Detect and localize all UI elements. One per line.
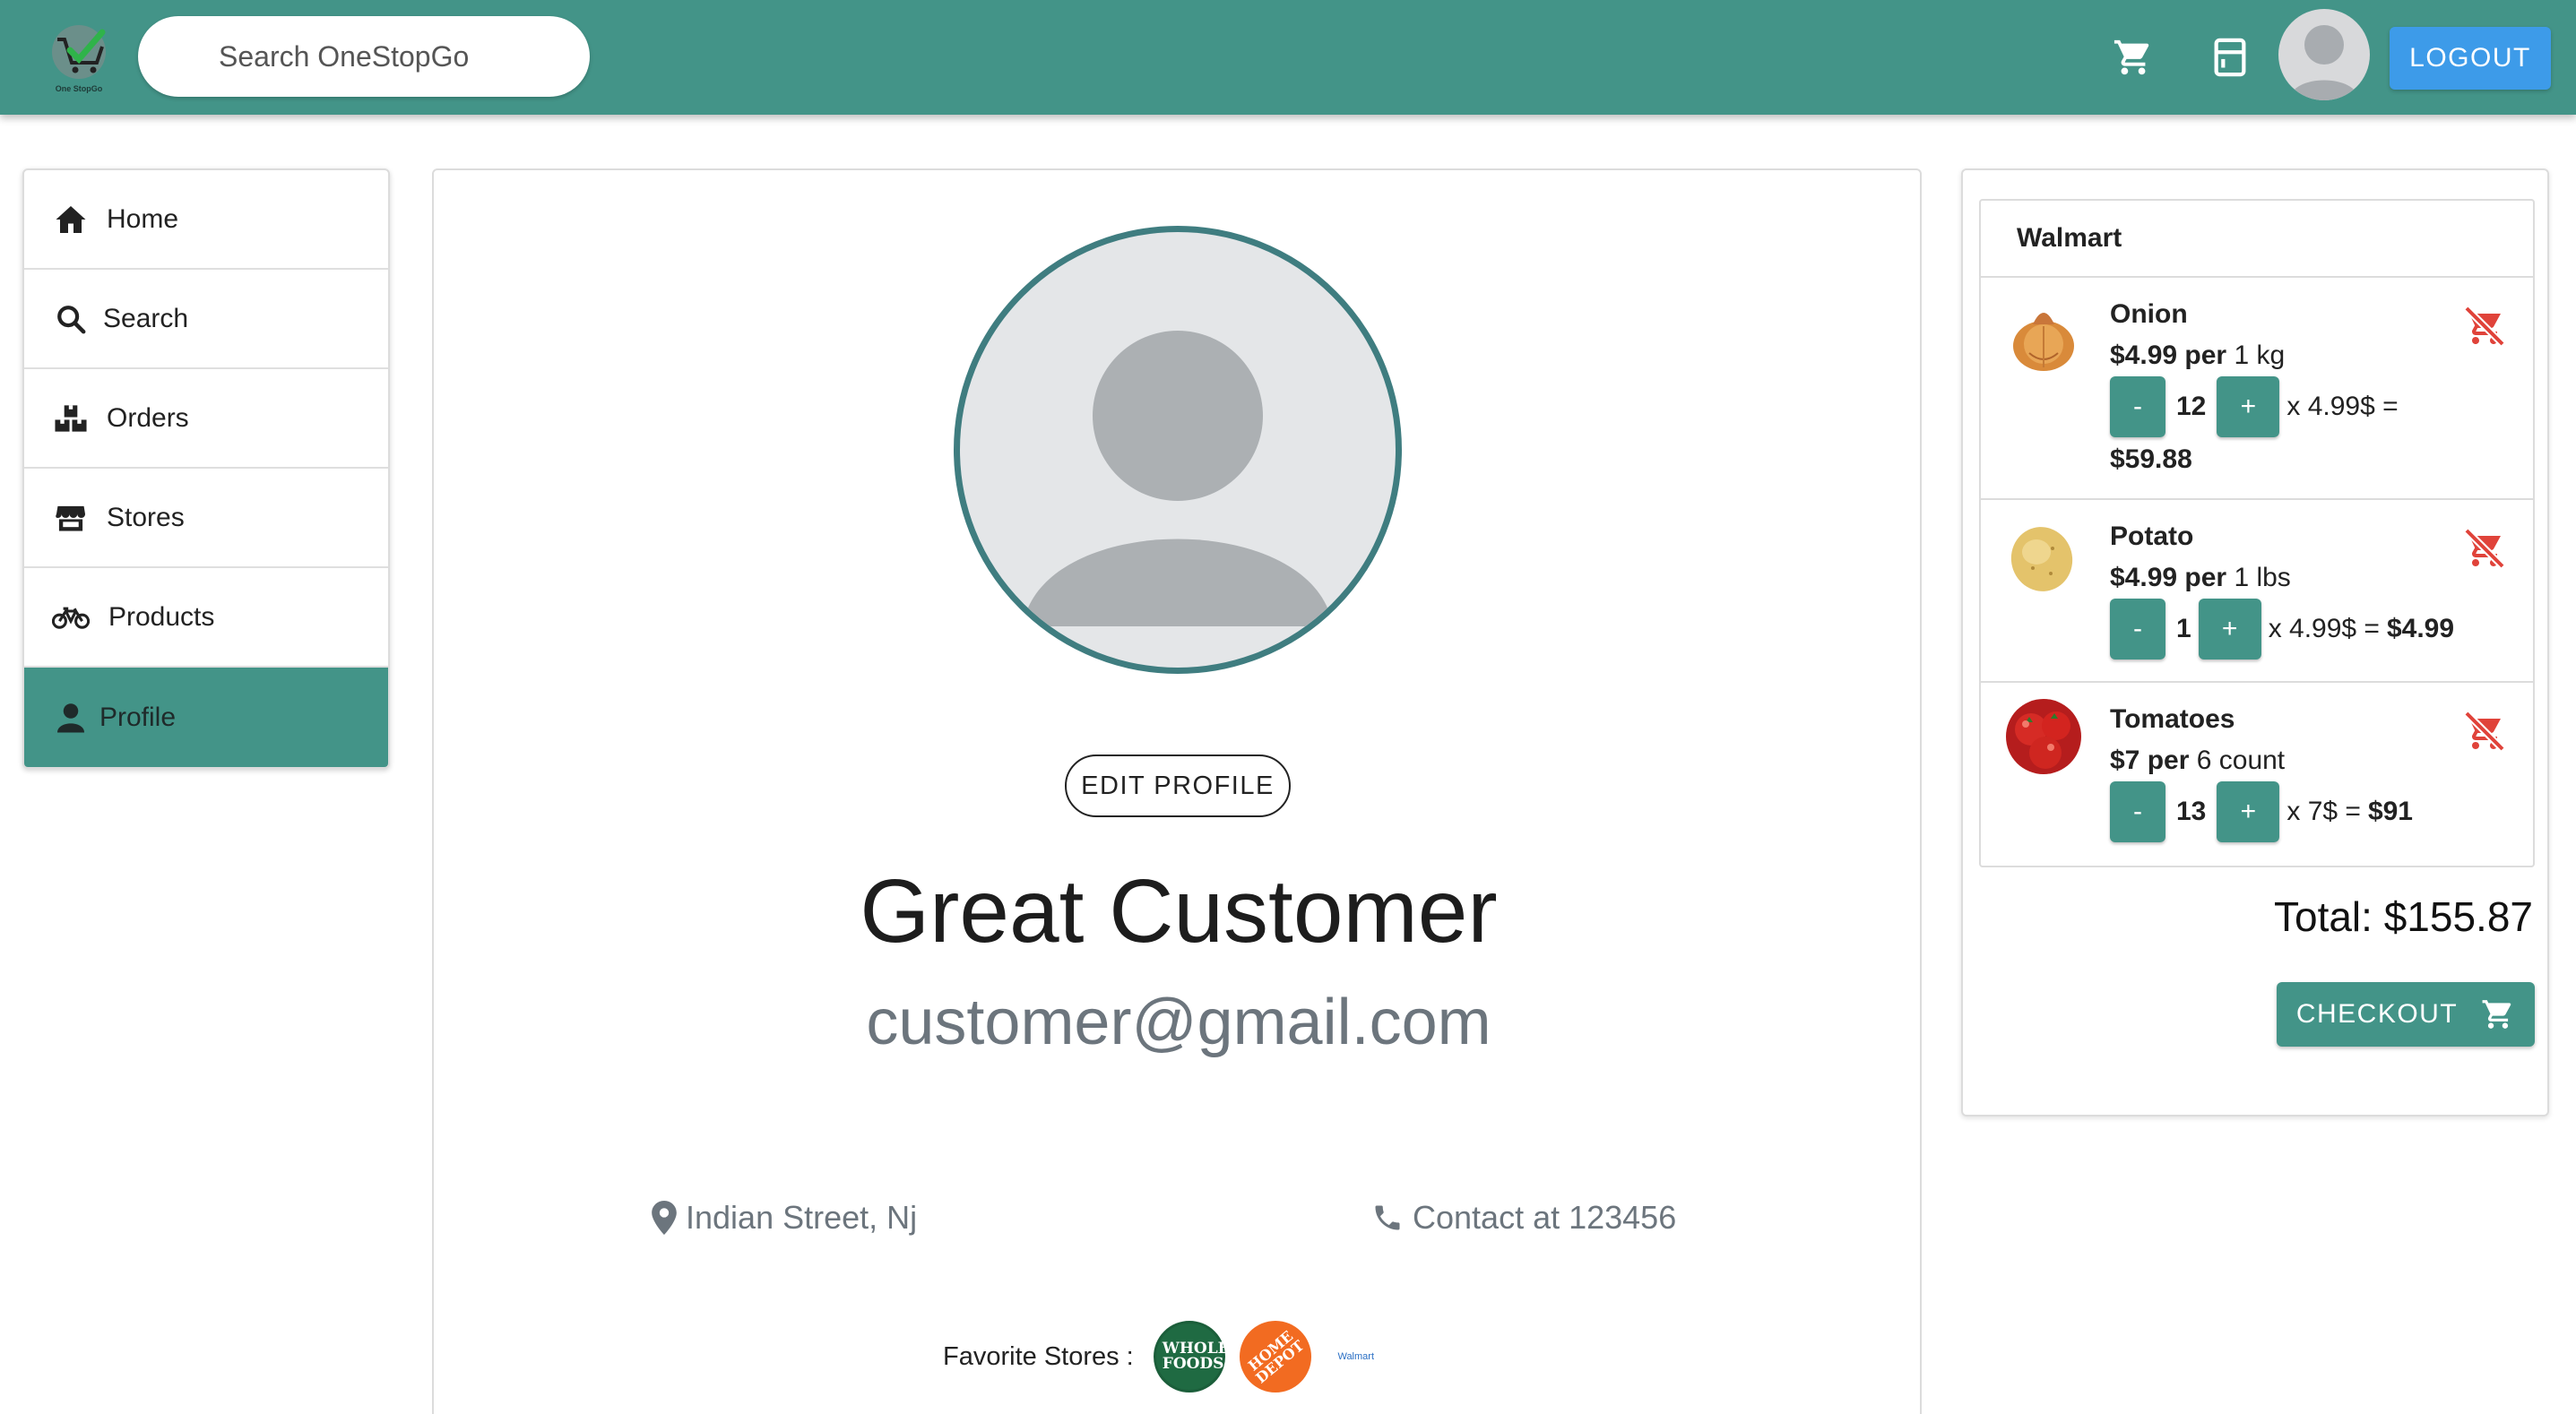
increase-quantity-button[interactable]: + xyxy=(2198,599,2261,660)
cart-icon[interactable] xyxy=(2106,30,2160,84)
decrease-quantity-button[interactable]: - xyxy=(2110,781,2165,842)
location-pin-icon xyxy=(652,1201,677,1235)
sidebar-item-label: Search xyxy=(103,303,189,333)
search-icon xyxy=(51,299,91,339)
item-name: Onion xyxy=(2110,299,2188,329)
remove-from-cart-icon[interactable] xyxy=(2461,708,2508,754)
line-total: $59.88 xyxy=(2110,444,2192,474)
cart-store-name: Walmart xyxy=(1981,201,2533,278)
user-icon xyxy=(51,698,91,737)
sidebar-item-products[interactable]: Products xyxy=(24,568,388,668)
onion-image xyxy=(2006,299,2081,375)
cart-panel: Walmart Onion $4.99 per 1 kg - 12 + x 4.… xyxy=(1961,168,2549,1117)
tomatoes-image xyxy=(2006,699,2081,774)
sidebar-item-label: Orders xyxy=(107,402,189,433)
sidebar-item-profile[interactable]: Profile xyxy=(24,668,388,767)
profile-name: Great Customer xyxy=(860,861,1498,961)
search-bar[interactable] xyxy=(138,16,590,97)
profile-contact: Contact at 123456 xyxy=(1371,1199,1676,1237)
line-total: $4.99 xyxy=(2386,614,2455,643)
decrease-quantity-button[interactable]: - xyxy=(2110,376,2165,437)
price-multiplier: x 4.99$ = xyxy=(2268,614,2380,643)
profile-picture xyxy=(954,226,1402,674)
cart-item-potato: Potato $4.99 per 1 lbs - 1 + x 4.99$ = $… xyxy=(1981,500,2533,683)
cart-icon xyxy=(2482,1000,2511,1029)
checkout-button[interactable]: CHECKOUT xyxy=(2277,982,2535,1047)
potato-image xyxy=(2006,522,2081,597)
contact-text: Contact at 123456 xyxy=(1413,1199,1677,1236)
profile-address: Indian Street, Nj xyxy=(652,1199,917,1237)
quantity-value: 12 xyxy=(2176,392,2207,421)
walmart-logo[interactable]: Walmart xyxy=(1329,1321,1383,1392)
quantity-value: 13 xyxy=(2176,797,2207,826)
profile-email: customer@gmail.com xyxy=(866,987,1491,1058)
profile-card: EDIT PROFILE Great Customer customer@gma… xyxy=(432,168,1922,1414)
item-name: Potato xyxy=(2110,522,2194,551)
favorite-stores-label: Favorite Stores : xyxy=(943,1341,1134,1371)
quantity-stepper: - 1 + x 4.99$ = $4.99 xyxy=(2110,599,2454,660)
increase-quantity-button[interactable]: + xyxy=(2217,781,2280,842)
cart-store-group: Walmart Onion $4.99 per 1 kg - 12 + x 4.… xyxy=(1979,199,2535,867)
cart-item-tomatoes: Tomatoes $7 per 6 count - 13 + x 7$ = $9… xyxy=(1981,683,2533,864)
price-multiplier: x 4.99$ = xyxy=(2286,392,2399,421)
top-navbar: One StopGo LOGOUT xyxy=(0,0,2576,115)
app-logo[interactable]: One StopGo xyxy=(45,20,118,95)
sidebar-item-label: Products xyxy=(108,601,215,632)
quantity-stepper: - 13 + x 7$ = $91 xyxy=(2110,781,2413,842)
sidebar: Home Search Orders Stores Products Profi… xyxy=(22,168,390,769)
cart-total: Total: $155.87 xyxy=(2273,893,2533,940)
whole-foods-logo[interactable]: WHOLE FOODS xyxy=(1153,1321,1230,1392)
remove-from-cart-icon[interactable] xyxy=(2461,303,2508,349)
home-depot-logo[interactable]: HOME DEPOT xyxy=(1239,1321,1311,1392)
item-name: Tomatoes xyxy=(2110,704,2235,734)
edit-profile-button[interactable]: EDIT PROFILE xyxy=(1065,754,1291,817)
sidebar-item-stores[interactable]: Stores xyxy=(24,469,388,568)
search-input[interactable] xyxy=(138,16,590,97)
sidebar-item-home[interactable]: Home xyxy=(24,170,388,270)
sidebar-item-label: Profile xyxy=(99,703,177,732)
sidebar-item-search[interactable]: Search xyxy=(24,270,388,369)
cart-item-onion: Onion $4.99 per 1 kg - 12 + x 4.99$ = $5… xyxy=(1981,278,2533,500)
remove-from-cart-icon[interactable] xyxy=(2461,525,2508,572)
decrease-quantity-button[interactable]: - xyxy=(2110,599,2165,660)
item-price: $4.99 per 1 lbs xyxy=(2110,563,2291,592)
increase-quantity-button[interactable]: + xyxy=(2217,376,2280,437)
home-icon xyxy=(51,200,91,239)
quantity-stepper: - 12 + x 4.99$ = xyxy=(2110,376,2399,437)
boxes-icon xyxy=(51,399,91,438)
checkout-label: CHECKOUT xyxy=(2295,999,2459,1029)
favorite-stores: Favorite Stores : WHOLE FOODS HOME DEPOT… xyxy=(943,1321,1383,1392)
sidebar-item-label: Stores xyxy=(107,502,185,532)
bicycle-icon xyxy=(51,598,91,637)
avatar[interactable] xyxy=(2278,9,2370,100)
sidebar-item-orders[interactable]: Orders xyxy=(24,369,388,469)
store-icon xyxy=(51,498,91,538)
sidebar-item-label: Home xyxy=(107,203,179,234)
receipt-icon[interactable] xyxy=(2203,30,2257,84)
quantity-value: 1 xyxy=(2176,614,2191,643)
line-total: $91 xyxy=(2367,797,2413,826)
logo-text: One StopGo xyxy=(56,84,103,93)
item-price: $7 per 6 count xyxy=(2110,746,2286,775)
price-multiplier: x 7$ = xyxy=(2286,797,2361,826)
phone-icon xyxy=(1375,1205,1400,1230)
logout-button[interactable]: LOGOUT xyxy=(2390,27,2551,90)
item-price: $4.99 per 1 kg xyxy=(2110,341,2286,370)
address-text: Indian Street, Nj xyxy=(686,1199,918,1236)
